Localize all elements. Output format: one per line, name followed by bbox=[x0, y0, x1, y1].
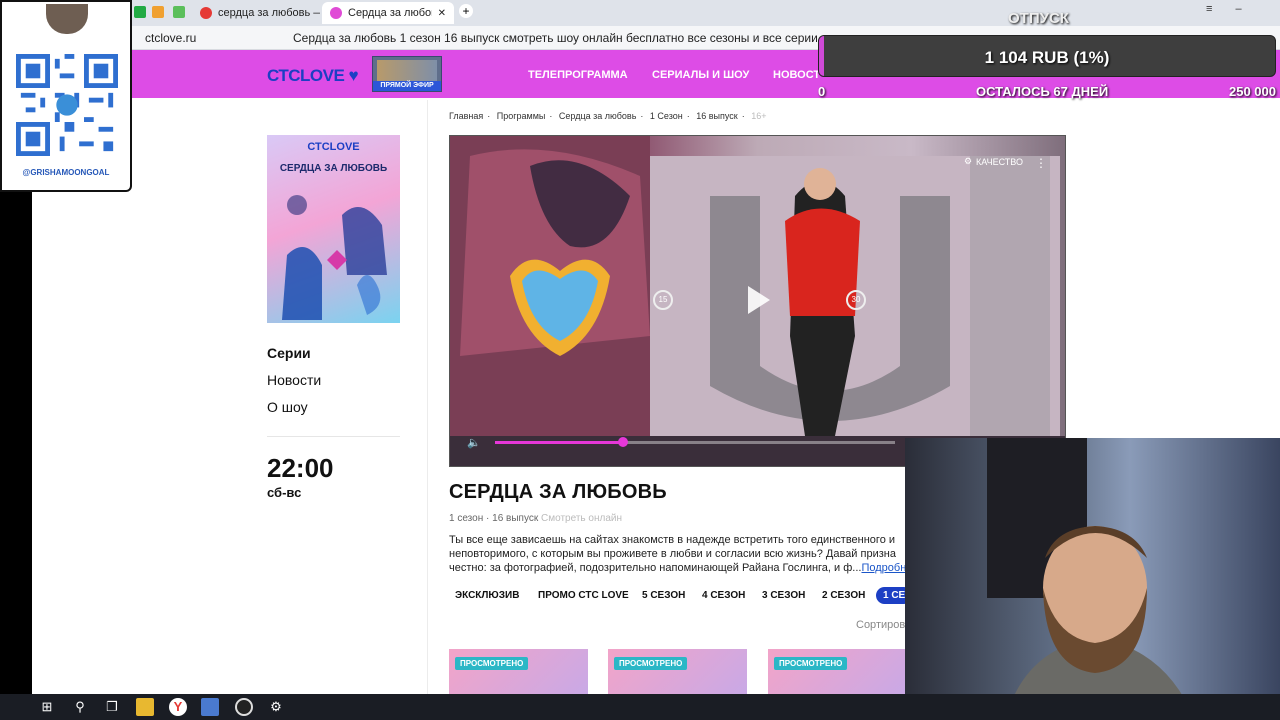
settings-icon[interactable]: ⚙ bbox=[267, 698, 285, 716]
goal-label: ОТПУСК bbox=[1008, 10, 1069, 27]
watched-badge: ПРОСМОТРЕНО bbox=[614, 657, 688, 670]
breadcrumb-episode: 16 выпуск bbox=[696, 111, 738, 121]
side-menu-news[interactable]: Новости bbox=[267, 372, 321, 399]
tab-season-5[interactable]: 5 СЕЗОН bbox=[642, 590, 685, 601]
new-tab-button[interactable]: + bbox=[459, 4, 473, 18]
qr-code bbox=[16, 54, 118, 156]
qr-overlay: @GRISHAMOONGOAL bbox=[0, 0, 132, 192]
description-line: Ты все еще зависаешь на сайтах знакомств… bbox=[449, 534, 896, 546]
yandex-browser-icon[interactable]: Y bbox=[169, 698, 187, 716]
windows-taskbar: ⊞ ⚲ ❐ Y ⚙ bbox=[0, 694, 1280, 720]
nav-series-and-shows[interactable]: СЕРИАЛЫ И ШОУ bbox=[652, 69, 749, 81]
windows-icon[interactable]: ⊞ bbox=[38, 698, 56, 716]
webcam-overlay bbox=[905, 438, 1280, 720]
season-label: 1 сезон bbox=[449, 513, 484, 524]
breadcrumb-season[interactable]: 1 Сезон bbox=[650, 111, 683, 121]
divider bbox=[427, 100, 428, 694]
tab-exclusive[interactable]: ЭКСКЛЮЗИВ bbox=[455, 590, 519, 601]
goal-remaining: ОСТАЛОСЬ 67 ДНЕЙ bbox=[976, 84, 1109, 99]
volume-icon[interactable]: 🔈 bbox=[467, 436, 481, 449]
breadcrumb-programs[interactable]: Программы bbox=[497, 111, 546, 121]
goal-min: 0 bbox=[818, 84, 826, 99]
live-preview bbox=[377, 60, 437, 82]
air-days: сб-вс bbox=[267, 485, 302, 500]
description-line: честно: за фотографией, подозрительно на… bbox=[449, 561, 909, 575]
side-menu-about[interactable]: О шоу bbox=[267, 399, 321, 426]
show-poster[interactable]: СТСLOVE СЕРДЦА ЗА ЛЮБОВЬ bbox=[267, 135, 400, 323]
logo-text: СТСLOVE bbox=[267, 66, 345, 85]
episode-card[interactable]: ПРОСМОТРЕНО bbox=[768, 649, 907, 694]
goal-amount: 1 104 RUB (1%) bbox=[984, 48, 1110, 67]
progress-bar[interactable] bbox=[495, 437, 895, 447]
pinned-tab-icon[interactable] bbox=[173, 6, 185, 18]
tab-season-2[interactable]: 2 СЕЗОН bbox=[822, 590, 865, 601]
page-title-text: Сердца за любовь 1 сезон 16 выпуск смотр… bbox=[293, 31, 890, 45]
pinned-tab-icon[interactable] bbox=[134, 6, 146, 18]
show-title: СЕРДЦА ЗА ЛЮБОВЬ bbox=[449, 481, 667, 503]
episode-label: 16 выпуск bbox=[492, 513, 539, 524]
goal-max: 250 000 bbox=[1229, 84, 1276, 99]
episode-meta: 1 сезон · 16 выпуск Смотреть онлайн bbox=[449, 513, 622, 524]
quality-button[interactable]: ⚙ КАЧЕСТВО bbox=[964, 156, 1023, 167]
app-icon[interactable] bbox=[201, 698, 219, 716]
heart-icon bbox=[330, 7, 342, 19]
breadcrumb-home[interactable]: Главная bbox=[449, 111, 483, 121]
obs-icon[interactable] bbox=[235, 698, 253, 716]
goal-progress-bar: 1 104 RUB (1%) bbox=[818, 35, 1276, 77]
poster-illustration bbox=[282, 195, 387, 320]
play-icon[interactable] bbox=[748, 286, 770, 314]
tab-title: Сердца за любовь 1 се bbox=[348, 7, 432, 19]
description-text: честно: за фотографией, подозрительно на… bbox=[449, 562, 862, 574]
gear-icon: ⚙ bbox=[963, 156, 973, 166]
heart-icon: ♥ bbox=[348, 66, 359, 85]
screen: сердца за любовь — Янд Сердца за любовь … bbox=[0, 0, 1280, 720]
task-view-icon[interactable]: ❐ bbox=[103, 698, 121, 716]
description-line: неповторимого, с которым вы проживете в … bbox=[449, 548, 896, 560]
video-player[interactable]: ⚙ КАЧЕСТВО ⋮ 15 30 🔈 bbox=[449, 135, 1066, 467]
tab-yandex-search[interactable]: сердца за любовь — Янд bbox=[192, 2, 320, 24]
live-broadcast-button[interactable]: ПРЯМОЙ ЭФИР bbox=[372, 56, 442, 92]
watched-badge: ПРОСМОТРЕНО bbox=[774, 657, 848, 670]
show-description: Ты все еще зависаешь на сайтах знакомств… bbox=[449, 533, 909, 575]
read-more-link[interactable]: Подробн bbox=[861, 562, 906, 574]
episode-card[interactable]: ПРОСМОТРЕНО bbox=[608, 649, 747, 694]
tab-promo[interactable]: ПРОМО СТС LOVE bbox=[538, 590, 629, 601]
show-side-menu: Серии Новости О шоу bbox=[267, 345, 321, 426]
progress-handle[interactable] bbox=[618, 437, 628, 447]
sort-dropdown[interactable]: Сортиров bbox=[856, 619, 905, 631]
nav-news[interactable]: НОВОСТ bbox=[773, 69, 820, 81]
air-time: 22:00 bbox=[267, 453, 334, 483]
side-menu-episodes[interactable]: Серии bbox=[267, 345, 321, 372]
file-explorer-icon[interactable] bbox=[136, 698, 154, 716]
ctclove-logo[interactable]: СТСLOVE ♥ bbox=[267, 66, 359, 86]
quality-label: КАЧЕСТВО bbox=[976, 156, 1023, 167]
search-icon[interactable]: ⚲ bbox=[71, 698, 89, 716]
nav-tv-schedule[interactable]: ТЕЛЕПРОГРАММА bbox=[528, 69, 628, 81]
qr-handle: @GRISHAMOONGOAL bbox=[22, 168, 110, 177]
close-icon[interactable]: ✕ bbox=[438, 8, 446, 19]
age-rating: 16+ bbox=[751, 111, 767, 121]
tab-season-4[interactable]: 4 СЕЗОН bbox=[702, 590, 745, 601]
pinned-tab-icon[interactable] bbox=[152, 6, 164, 18]
donation-goal-widget: ОТПУСК 1 104 RUB (1%) 0 ОСТАЛОСЬ 67 ДНЕЙ… bbox=[818, 0, 1280, 100]
rewind-15-button[interactable]: 15 bbox=[653, 290, 673, 310]
watched-badge: ПРОСМОТРЕНО bbox=[455, 657, 529, 670]
breadcrumb: Главная · Программы · Сердца за любовь · 1 … bbox=[449, 111, 767, 121]
live-label: ПРЯМОЙ ЭФИР bbox=[373, 81, 441, 91]
episode-card[interactable]: ПРОСМОТРЕНО bbox=[449, 649, 588, 694]
tab-season-3[interactable]: 3 СЕЗОН bbox=[762, 590, 805, 601]
streamer-image bbox=[1005, 526, 1195, 720]
avatar bbox=[46, 4, 88, 34]
divider bbox=[267, 436, 400, 437]
watch-online-label: Смотреть онлайн bbox=[541, 513, 622, 524]
forward-30-button[interactable]: 30 bbox=[846, 290, 866, 310]
more-options-icon[interactable]: ⋮ bbox=[1035, 156, 1047, 170]
progress-fill bbox=[495, 441, 623, 444]
tab-title: сердца за любовь — Янд bbox=[218, 7, 320, 19]
breadcrumb-show[interactable]: Сердца за любовь bbox=[559, 111, 636, 121]
url-field[interactable]: ctclove.ru bbox=[145, 31, 196, 45]
tab-ctclove[interactable]: Сердца за любовь 1 се ✕ bbox=[322, 2, 454, 24]
yandex-icon bbox=[200, 7, 212, 19]
